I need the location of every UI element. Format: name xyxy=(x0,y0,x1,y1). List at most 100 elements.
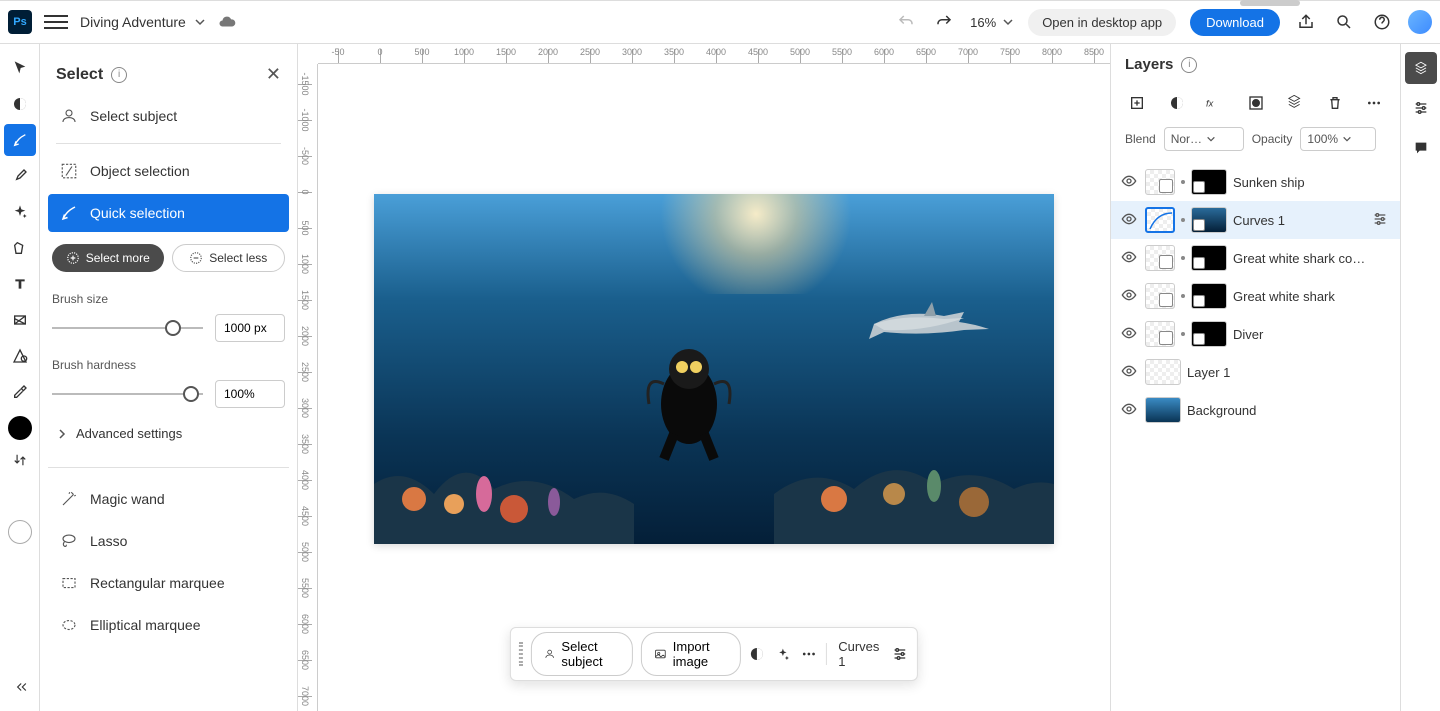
info-icon[interactable]: i xyxy=(111,67,127,83)
ctx-more-icon[interactable] xyxy=(800,642,818,666)
canvas[interactable]: Select subject Import image Curves 1 xyxy=(318,64,1110,711)
redo-button[interactable] xyxy=(932,10,956,34)
brush-hardness-slider[interactable] xyxy=(52,393,203,395)
layer-mask-thumb[interactable] xyxy=(1145,245,1175,271)
eyedropper-tool[interactable] xyxy=(4,376,36,408)
object-selection-tool[interactable]: Object selection xyxy=(48,152,289,190)
blend-mode-select[interactable]: Nor… xyxy=(1164,127,1244,151)
add-layer-button[interactable] xyxy=(1125,91,1149,115)
background-color[interactable] xyxy=(8,520,32,544)
magic-wand-tool[interactable]: Magic wand xyxy=(48,480,289,518)
adjustments-tool[interactable] xyxy=(4,88,36,120)
comments-tab[interactable] xyxy=(1405,132,1437,164)
ctx-generative-icon[interactable] xyxy=(774,642,792,666)
layer-thumb[interactable] xyxy=(1191,169,1227,195)
tool-label: Elliptical marquee xyxy=(90,617,201,633)
app-logo: Ps xyxy=(8,10,32,34)
layer-row[interactable]: Diver xyxy=(1111,315,1400,353)
layer-thumb[interactable] xyxy=(1191,245,1227,271)
properties-tab[interactable] xyxy=(1405,92,1437,124)
layer-thumb[interactable] xyxy=(1145,359,1181,385)
brush-tool[interactable] xyxy=(4,160,36,192)
menu-button[interactable] xyxy=(44,10,68,34)
layer-mask-thumb[interactable] xyxy=(1145,321,1175,347)
layer-thumb[interactable] xyxy=(1191,321,1227,347)
search-button[interactable] xyxy=(1332,10,1356,34)
move-tool[interactable] xyxy=(4,52,36,84)
select-subject-tool[interactable]: Select subject xyxy=(48,97,289,135)
tool-label: Rectangular marquee xyxy=(90,575,225,591)
generative-tool[interactable] xyxy=(4,196,36,228)
ctx-select-subject-button[interactable]: Select subject xyxy=(531,632,633,676)
layer-name: Curves 1 xyxy=(1233,213,1366,228)
clone-tool[interactable] xyxy=(4,232,36,264)
zoom-dropdown[interactable]: 16% xyxy=(970,15,1014,30)
layer-settings-icon[interactable] xyxy=(1372,211,1390,229)
crop-tool[interactable] xyxy=(4,304,36,336)
layer-name: Layer 1 xyxy=(1187,365,1390,380)
brush-size-slider[interactable] xyxy=(52,327,203,329)
adjustment-layer-button[interactable] xyxy=(1165,91,1189,115)
ctx-adjustments-icon[interactable] xyxy=(748,642,766,666)
mode-label: Select less xyxy=(209,251,267,265)
visibility-toggle[interactable] xyxy=(1121,211,1139,229)
delete-layer-button[interactable] xyxy=(1323,91,1347,115)
layer-thumb[interactable] xyxy=(1145,397,1181,423)
visibility-toggle[interactable] xyxy=(1121,249,1139,267)
brush-size-input[interactable] xyxy=(215,314,285,342)
chevron-down-icon xyxy=(194,16,206,28)
lasso-tool[interactable]: Lasso xyxy=(48,522,289,560)
layer-mask-thumb[interactable] xyxy=(1145,207,1175,233)
tool-label: Quick selection xyxy=(90,205,185,221)
layer-mask-thumb[interactable] xyxy=(1145,169,1175,195)
advanced-settings-toggle[interactable]: Advanced settings xyxy=(48,416,289,451)
swap-colors[interactable] xyxy=(4,444,36,476)
shape-tool[interactable] xyxy=(4,340,36,372)
select-less-mode[interactable]: Select less xyxy=(172,244,286,272)
rectangular-marquee-tool[interactable]: Rectangular marquee xyxy=(48,564,289,602)
close-panel-button[interactable]: ✕ xyxy=(266,64,281,85)
artboard[interactable] xyxy=(374,194,1054,544)
layer-row[interactable]: Sunken ship xyxy=(1111,163,1400,201)
more-options-button[interactable] xyxy=(1362,91,1386,115)
user-avatar[interactable] xyxy=(1408,10,1432,34)
visibility-toggle[interactable] xyxy=(1121,173,1139,191)
type-tool[interactable] xyxy=(4,268,36,300)
download-button[interactable]: Download xyxy=(1190,9,1280,36)
visibility-toggle[interactable] xyxy=(1121,325,1139,343)
share-button[interactable] xyxy=(1294,10,1318,34)
layer-thumb[interactable] xyxy=(1191,283,1227,309)
visibility-toggle[interactable] xyxy=(1121,363,1139,381)
group-button[interactable] xyxy=(1283,91,1307,115)
layer-name: Great white shark co… xyxy=(1233,251,1390,266)
mask-button[interactable] xyxy=(1244,91,1268,115)
layer-row[interactable]: Background xyxy=(1111,391,1400,429)
layer-row[interactable]: Great white shark co… xyxy=(1111,239,1400,277)
layers-tab[interactable] xyxy=(1405,52,1437,84)
quick-selection-tool[interactable]: Quick selection xyxy=(48,194,289,232)
fx-button[interactable]: fx xyxy=(1204,91,1228,115)
layer-row[interactable]: Layer 1 xyxy=(1111,353,1400,391)
foreground-color[interactable] xyxy=(8,416,32,440)
ctx-settings-icon[interactable] xyxy=(891,642,909,666)
opacity-select[interactable]: 100% xyxy=(1300,127,1376,151)
help-button[interactable] xyxy=(1370,10,1394,34)
layer-row[interactable]: Curves 1 xyxy=(1111,201,1400,239)
layer-thumb[interactable] xyxy=(1191,207,1227,233)
ctx-import-image-button[interactable]: Import image xyxy=(641,632,741,676)
brush-hardness-input[interactable] xyxy=(215,380,285,408)
visibility-toggle[interactable] xyxy=(1121,401,1139,419)
document-title-dropdown[interactable]: Diving Adventure xyxy=(80,14,206,30)
layer-mask-thumb[interactable] xyxy=(1145,283,1175,309)
select-more-mode[interactable]: Select more xyxy=(52,244,164,272)
context-bar-handle[interactable] xyxy=(519,642,523,666)
undo-button[interactable] xyxy=(894,10,918,34)
layer-row[interactable]: Great white shark xyxy=(1111,277,1400,315)
elliptical-marquee-tool[interactable]: Elliptical marquee xyxy=(48,606,289,644)
cloud-sync-icon[interactable] xyxy=(218,13,236,31)
collapse-rail[interactable] xyxy=(4,671,36,703)
visibility-toggle[interactable] xyxy=(1121,287,1139,305)
info-icon[interactable]: i xyxy=(1181,57,1197,73)
selection-tool[interactable] xyxy=(4,124,36,156)
open-desktop-button[interactable]: Open in desktop app xyxy=(1028,9,1176,36)
